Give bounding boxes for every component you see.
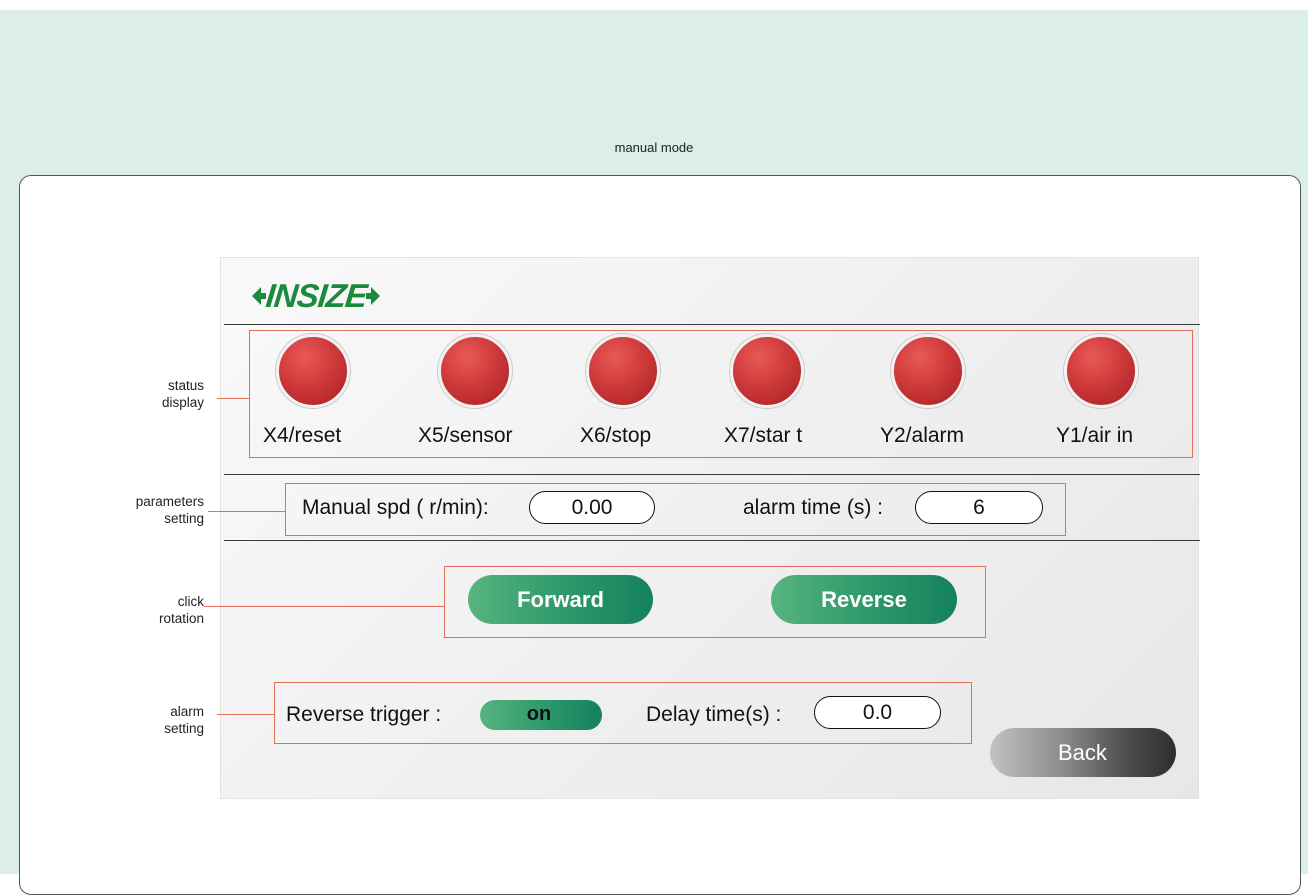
divider — [224, 324, 1200, 325]
manual-speed-label: Manual spd ( r/min): — [302, 496, 489, 519]
status-lamp-x6 — [586, 334, 660, 408]
status-label-y2: Y2/alarm — [880, 424, 965, 447]
label-line: rotation — [158, 611, 204, 626]
delay-time-input[interactable]: 0.0 — [814, 696, 941, 729]
label-line: display — [161, 395, 204, 410]
label-line: parameters — [135, 494, 204, 509]
forward-button[interactable]: Forward — [468, 575, 653, 624]
delay-time-label: Delay time(s) : — [646, 703, 782, 726]
leader-line — [208, 511, 285, 512]
alarm-time-label: alarm time (s) : — [743, 496, 884, 519]
leader-line — [217, 714, 275, 715]
status-lamp-y1 — [1064, 334, 1138, 408]
logo-right-arrow-icon — [366, 287, 381, 305]
divider — [224, 474, 1200, 475]
status-label-x4: X4/reset — [263, 424, 342, 447]
parameters-setting-label: parameters setting — [108, 493, 204, 527]
reverse-button[interactable]: Reverse — [771, 575, 957, 624]
status-lamp-x4 — [276, 334, 350, 408]
status-lamp-x7 — [730, 334, 804, 408]
alarm-setting-label: alarm setting — [108, 703, 204, 737]
status-lamp-x5 — [438, 334, 512, 408]
label-line: alarm — [170, 704, 204, 719]
reverse-trigger-label: Reverse trigger : — [286, 703, 442, 726]
status-display-label: status display — [108, 377, 204, 411]
status-display-box — [249, 330, 1193, 458]
status-label-x6: X6/stop — [580, 424, 652, 447]
logo-text: INSIZE — [264, 277, 369, 314]
label-line: click — [177, 594, 204, 609]
back-button[interactable]: Back — [990, 728, 1176, 777]
label-line: setting — [164, 721, 204, 736]
label-line: setting — [164, 511, 204, 526]
status-label-x5: X5/sensor — [418, 424, 513, 447]
click-rotation-label: click rotation — [108, 593, 204, 627]
leader-line — [217, 398, 249, 399]
page-title: manual mode — [614, 140, 694, 155]
reverse-trigger-toggle[interactable]: on — [480, 700, 602, 730]
divider — [224, 540, 1200, 541]
manual-speed-input[interactable]: 0.00 — [529, 491, 655, 524]
status-lamp-y2 — [891, 334, 965, 408]
brand-logo: INSIZE — [252, 276, 381, 316]
status-label-y1: Y1/air in — [1056, 424, 1134, 447]
status-label-x7: X7/star t — [724, 424, 803, 447]
alarm-time-input[interactable]: 6 — [915, 491, 1043, 524]
logo-left-arrow-icon — [252, 287, 266, 305]
label-line: status — [167, 378, 204, 393]
leader-line — [204, 606, 445, 607]
